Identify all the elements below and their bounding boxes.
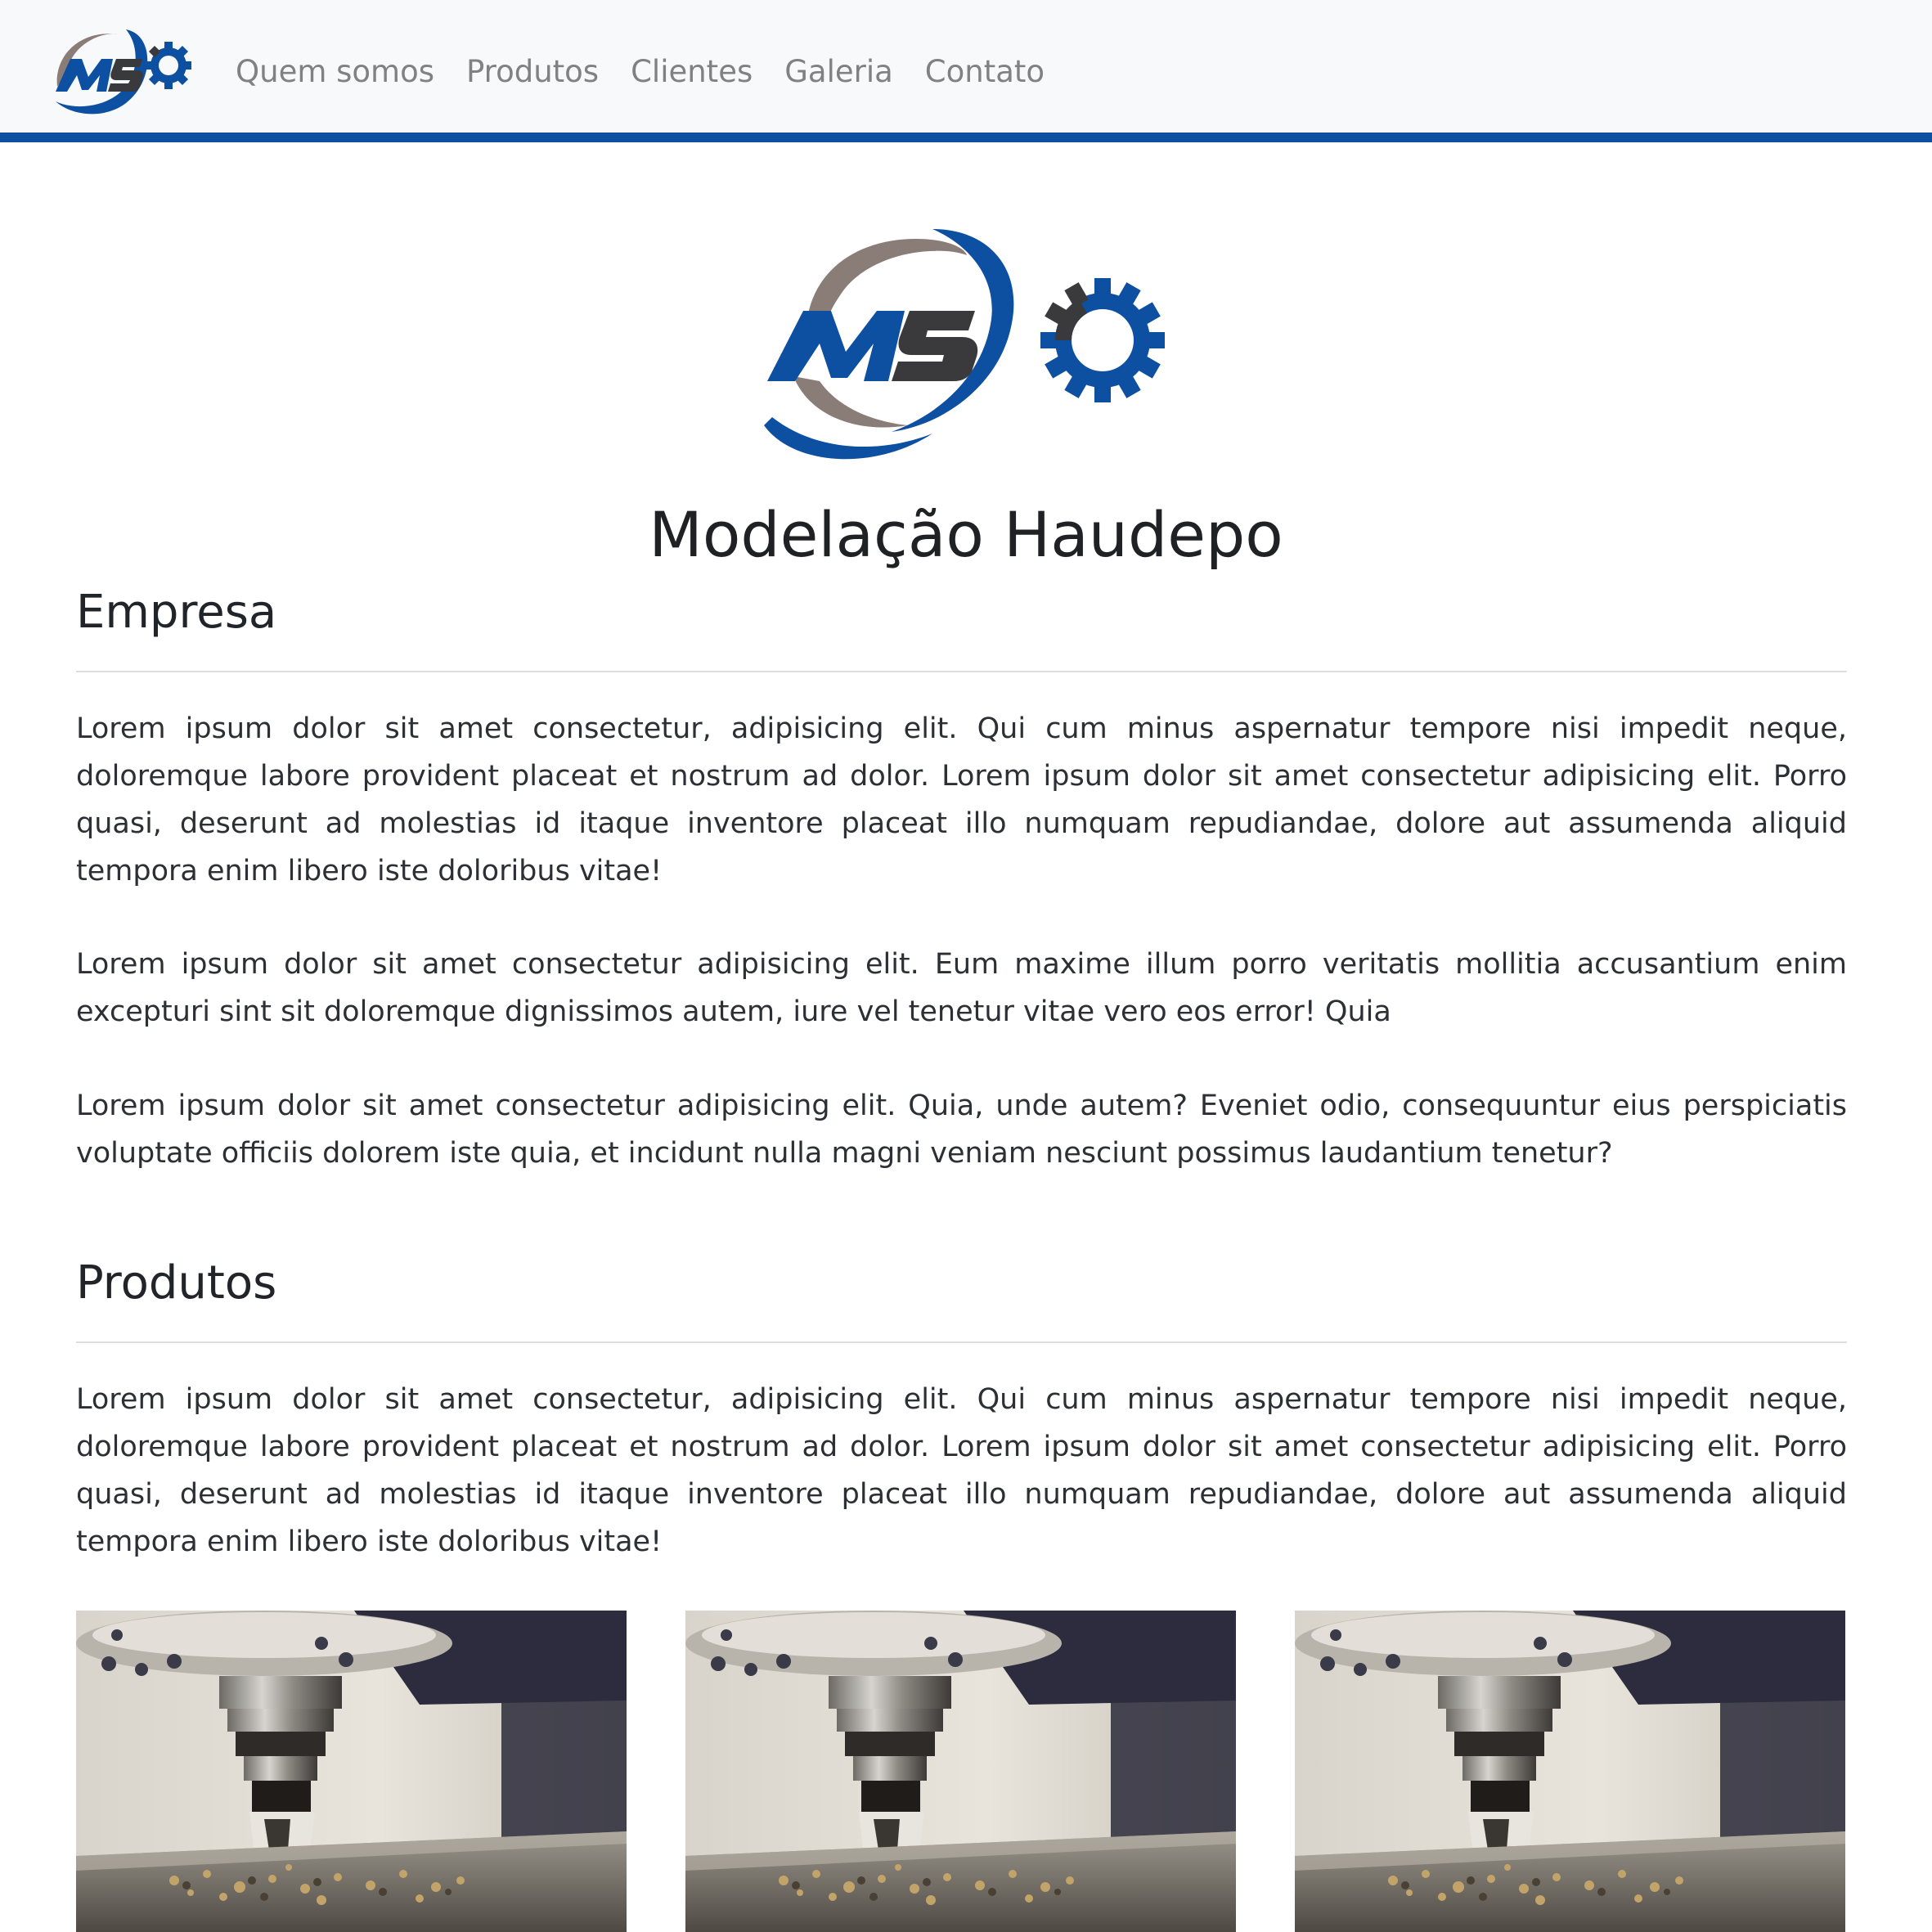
section-heading-produtos: Produtos bbox=[76, 1256, 277, 1310]
mso-logo-large-icon bbox=[764, 229, 1165, 460]
cnc-milling-machine-icon bbox=[76, 1611, 627, 1932]
cnc-milling-machine-icon bbox=[1295, 1611, 1845, 1932]
product-image-1[interactable] bbox=[76, 1611, 627, 1932]
nav-link-quem-somos[interactable]: Quem somos bbox=[236, 49, 434, 95]
product-image-2[interactable] bbox=[685, 1611, 1236, 1932]
nav-link-produtos[interactable]: Produtos bbox=[466, 49, 599, 95]
empresa-paragraph-3: Lorem ipsum dolor sit amet consectetur a… bbox=[76, 1090, 1847, 1170]
empresa-paragraph-2: Lorem ipsum dolor sit amet consectetur a… bbox=[76, 948, 1847, 1028]
navbar: Quem somos Produtos Clientes Galeria Con… bbox=[0, 0, 1932, 142]
nav-link-galeria[interactable]: Galeria bbox=[784, 49, 893, 95]
section-divider bbox=[76, 671, 1847, 672]
empresa-paragraph-1: Lorem ipsum dolor sit amet consectetur, … bbox=[76, 712, 1847, 887]
cnc-milling-machine-icon bbox=[685, 1611, 1236, 1932]
produtos-paragraph-1: Lorem ipsum dolor sit amet consectetur, … bbox=[76, 1383, 1847, 1558]
section-heading-empresa: Empresa bbox=[76, 586, 277, 639]
brand-logo[interactable] bbox=[47, 23, 192, 119]
nav-links: Quem somos Produtos Clientes Galeria Con… bbox=[236, 49, 1076, 95]
mso-logo-icon bbox=[56, 29, 192, 115]
nav-link-contato[interactable]: Contato bbox=[925, 49, 1045, 95]
nav-link-clientes[interactable]: Clientes bbox=[631, 49, 753, 95]
hero-logo bbox=[761, 221, 1165, 466]
product-image-3[interactable] bbox=[1295, 1611, 1845, 1932]
section-divider bbox=[76, 1341, 1847, 1343]
page-title: Modelação Haudepo bbox=[649, 498, 1283, 571]
